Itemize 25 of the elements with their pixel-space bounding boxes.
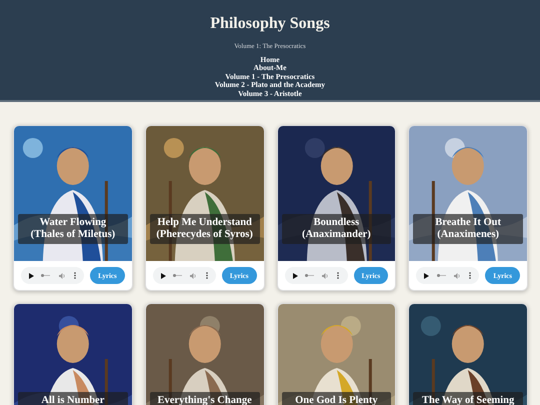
- volume-icon[interactable]: [190, 272, 198, 278]
- progress-thumb[interactable]: [173, 274, 176, 277]
- song-title: The Way of Seeming: [413, 392, 523, 405]
- site-title: Philosophy Songs: [209, 14, 331, 34]
- play-icon[interactable]: [29, 272, 34, 278]
- volume-icon[interactable]: [454, 272, 461, 278]
- volume-icon[interactable]: [58, 272, 66, 278]
- song-title: All is Number: [18, 392, 128, 405]
- song-title: Breathe It Out (Anaximenes): [413, 214, 523, 244]
- volume-icon[interactable]: [322, 272, 330, 278]
- more-icon[interactable]: [206, 272, 208, 279]
- play-icon[interactable]: [160, 272, 166, 278]
- song-title: Help Me Understand (Pherecydes of Syros): [150, 214, 260, 244]
- progress-thumb[interactable]: [304, 274, 308, 277]
- progress-thumb[interactable]: [436, 274, 440, 277]
- play-icon[interactable]: [292, 272, 298, 278]
- more-icon[interactable]: [74, 272, 76, 279]
- play-icon[interactable]: [424, 272, 430, 278]
- song-title: Boundless (Anaximander): [282, 214, 392, 244]
- song-title: Water Flowing (Thales of Miletus): [18, 214, 128, 244]
- more-icon[interactable]: [469, 272, 472, 279]
- more-icon[interactable]: [337, 272, 340, 279]
- song-title: One God Is Plenty: [282, 392, 392, 405]
- progress-thumb[interactable]: [41, 274, 44, 277]
- song-title: Everything's Change: [150, 392, 260, 405]
